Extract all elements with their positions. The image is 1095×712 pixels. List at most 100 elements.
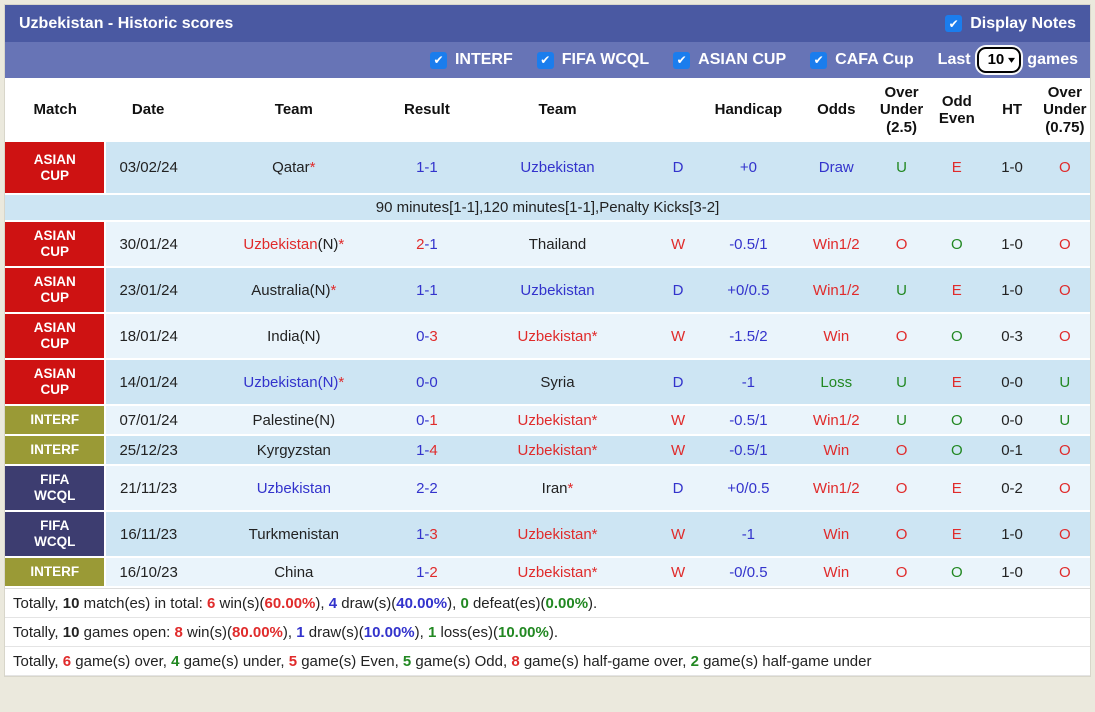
text-segment: W — [670, 235, 686, 253]
match-row: INTERF 25/12/23 Kyrgyzstan 1-4 Uzbekistan* W -… — [5, 435, 1090, 466]
filter-checkbox[interactable]: ✔ — [536, 51, 554, 69]
text-segment: U — [1059, 373, 1071, 391]
ht-cell: 0-0 — [984, 405, 1040, 436]
text-segment: * — [338, 235, 345, 253]
text-segment: 23/01/24 — [119, 281, 178, 299]
filter-fifa-wcql[interactable]: ✔ FIFA WCQL — [536, 51, 649, 69]
check-icon: ✔ — [676, 53, 687, 67]
text-segment: O — [1059, 479, 1071, 497]
away-team-cell[interactable]: Syria — [457, 359, 658, 406]
text-segment: O — [950, 235, 963, 253]
competition-cell: ASIAN CUP — [5, 267, 107, 314]
match-note: 90 minutes[1-1],120 minutes[1-1],Penalty… — [5, 194, 1090, 222]
odds-cell: Win1/2 — [798, 465, 874, 512]
odd-even-cell: E — [929, 511, 985, 558]
text-segment: defeat(es)( — [468, 594, 546, 612]
text-segment: ), — [447, 594, 461, 612]
filter-cafa-cup[interactable]: ✔ CAFA Cup — [810, 51, 914, 69]
text-segment: Loss — [820, 373, 853, 391]
text-segment: Uzbekistan — [243, 235, 318, 253]
text-segment: W — [670, 441, 686, 459]
away-team-cell[interactable]: Thailand — [457, 221, 658, 268]
text-segment: U — [896, 159, 907, 176]
text-segment: E — [951, 159, 962, 176]
text-segment: U — [896, 411, 907, 429]
text-segment: 10 — [62, 623, 80, 641]
home-team-cell[interactable]: Uzbekistan — [190, 465, 397, 512]
text-segment: Uzbekistan — [520, 281, 595, 299]
text-segment: win(s)( — [182, 623, 233, 641]
text-segment: Uzbekistan* — [517, 441, 598, 459]
filter-checkbox[interactable]: ✔ — [429, 51, 447, 69]
text-segment: Win1/2 — [812, 411, 860, 429]
text-segment: -1.5/2 — [729, 327, 768, 345]
result-cell: 0-0 — [396, 359, 458, 406]
away-team-cell[interactable]: Uzbekistan — [457, 267, 658, 314]
text-segment: O — [895, 235, 908, 253]
filter-checkbox[interactable]: ✔ — [810, 51, 828, 69]
away-team-cell[interactable]: Uzbekistan* — [457, 405, 658, 436]
home-team-cell[interactable]: India(N) — [190, 313, 397, 360]
display-notes-toggle[interactable]: ✔ Display Notes — [945, 15, 1076, 33]
text-segment: 16/11/23 — [120, 525, 178, 543]
last-games-select[interactable]: 10 ▾ — [976, 47, 1022, 73]
text-segment: Qatar — [272, 159, 310, 176]
away-team-cell[interactable]: Uzbekistan — [457, 142, 658, 195]
result-cell: 0-1 — [396, 405, 458, 436]
text-segment: 2 — [690, 652, 699, 670]
text-segment: 1 — [427, 623, 437, 641]
text-segment: 07/01/24 — [119, 411, 178, 429]
filter-interf[interactable]: ✔ INTERF — [429, 51, 513, 69]
away-team-cell[interactable]: Uzbekistan* — [457, 511, 658, 558]
text-segment: Draw — [818, 159, 854, 176]
handicap-cell: +0 — [698, 142, 799, 195]
text-segment: 8 — [511, 652, 520, 670]
odd-even-cell: O — [929, 313, 985, 360]
text-segment: -0.5/1 — [729, 441, 768, 459]
competition-badge: ASIAN CUP — [5, 222, 104, 265]
column-header: Team — [457, 78, 658, 142]
over-under-075-cell: O — [1039, 313, 1090, 360]
away-team-cell[interactable]: Uzbekistan* — [457, 435, 658, 466]
text-segment: 0-0 — [416, 373, 438, 391]
home-team-cell[interactable]: Palestine(N) — [190, 405, 397, 436]
column-header: Date — [105, 78, 191, 142]
home-team-cell[interactable]: China — [190, 557, 397, 588]
filter-asian-cup[interactable]: ✔ ASIAN CUP — [673, 51, 786, 69]
date-cell: 25/12/23 — [105, 435, 191, 466]
filter-checkbox[interactable]: ✔ — [673, 51, 691, 69]
handicap-cell: -0.5/1 — [698, 405, 799, 436]
result-cell: 1-2 — [396, 557, 458, 588]
text-segment: match(es) in total: — [79, 594, 207, 612]
away-team-cell[interactable]: Iran* — [457, 465, 658, 512]
home-team-cell[interactable]: Australia(N)* — [190, 267, 397, 314]
home-team-cell[interactable]: Kyrgyzstan — [190, 435, 397, 466]
over-under-075-cell: O — [1039, 511, 1090, 558]
competition-badge: INTERF — [5, 558, 104, 585]
text-segment: game(s) Even, — [297, 652, 403, 670]
wdl-cell: D — [657, 267, 699, 314]
match-row: ASIAN CUP 23/01/24 Australia(N)* 1-1 Uzbekist… — [5, 267, 1090, 314]
text-segment: O — [1059, 525, 1071, 543]
competition-cell: ASIAN CUP — [5, 221, 107, 268]
away-team-cell[interactable]: Uzbekistan* — [457, 313, 658, 360]
home-team-cell[interactable]: Turkmenistan — [190, 511, 397, 558]
table-header: Match Date Team Result Team Handicap Odds Over U… — [5, 78, 1090, 142]
handicap-cell: -0.5/1 — [698, 221, 799, 268]
text-segment: draw(s)( — [337, 594, 397, 612]
wdl-cell: W — [657, 313, 699, 360]
games-label: games — [1027, 51, 1078, 68]
odds-cell: Win — [798, 435, 874, 466]
column-header: Handicap — [698, 78, 799, 142]
text-segment: game(s) half-game under — [698, 652, 872, 670]
home-team-cell[interactable]: Uzbekistan(N)* — [190, 221, 397, 268]
away-team-cell[interactable]: Uzbekistan* — [457, 557, 658, 588]
match-row: ASIAN CUP 30/01/24 Uzbekistan(N)* 2-1 Thailan… — [5, 221, 1090, 268]
text-segment: Thailand — [528, 235, 587, 253]
text-segment: 03/02/24 — [119, 159, 178, 176]
home-team-cell[interactable]: Qatar* — [190, 142, 397, 195]
over-under-075-cell: O — [1039, 221, 1090, 268]
display-notes-checkbox[interactable]: ✔ — [945, 15, 963, 32]
over-under-25-cell: U — [873, 142, 930, 195]
home-team-cell[interactable]: Uzbekistan(N)* — [190, 359, 397, 406]
